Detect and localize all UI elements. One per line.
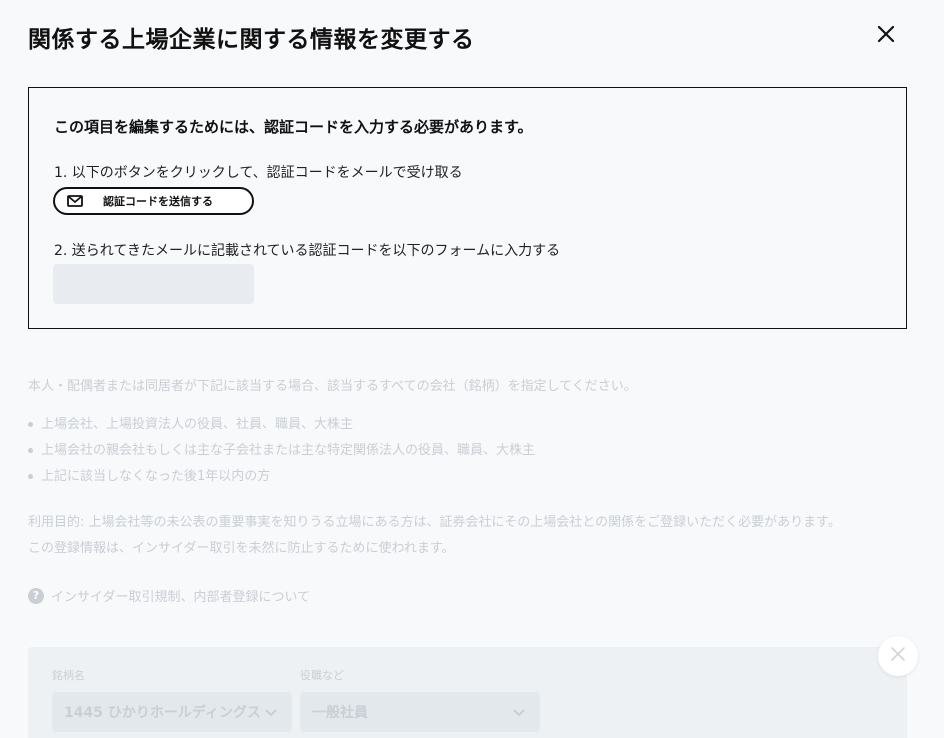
criteria-text: 上場会社、上場投資法人の役員、社員、職員、大株主 (41, 417, 354, 432)
close-icon (877, 25, 895, 47)
send-code-button[interactable]: 認証コードを送信する (53, 187, 254, 215)
company-entry-panel: 銘柄名 1445 ひかりホールディングス 役職など 一般社員 (28, 647, 907, 738)
bullet-dot (28, 474, 33, 479)
bullet-dot (28, 448, 33, 453)
remove-entry-button[interactable] (878, 636, 918, 676)
close-button[interactable] (872, 22, 900, 50)
stock-select-value: 1445 ひかりホールディングス (64, 705, 260, 721)
step2-text: 2. 送られてきたメールに記載されている認証コードを以下のフォームに入力する (54, 243, 561, 259)
purpose-text: 利用目的: 上場会社等の未公表の重要事実を知りうる立場にある方は、証券会社にその… (28, 510, 918, 562)
chevron-down-icon (264, 704, 278, 723)
close-icon (890, 646, 906, 666)
modal-title: 関係する上場企業に関する情報を変更する (28, 27, 475, 53)
list-item: 上記に該当しなくなった後1年以内の方 (28, 468, 535, 494)
criteria-text: 上場会社の親会社もしくは主な子会社または主な特定関係法人の役員、職員、大株主 (41, 443, 536, 458)
role-select[interactable]: 一般社員 (300, 692, 540, 732)
insider-help-link[interactable]: ? インサイダー取引規制、内部者登録について (28, 586, 310, 605)
chevron-down-icon (512, 704, 526, 723)
list-item: 上場会社、上場投資法人の役員、社員、職員、大株主 (28, 416, 535, 442)
question-circle-icon: ? (28, 587, 44, 604)
bullet-dot (28, 422, 33, 427)
purpose-line-2: この登録情報は、インサイダー取引を未然に防止するために使われます。 (28, 541, 455, 556)
verification-code-input[interactable] (53, 264, 254, 304)
intro-text: 本人・配偶者または同居者が下記に該当する場合、該当するすべての会社（銘柄）を指定… (28, 379, 637, 394)
list-item: 上場会社の親会社もしくは主な子会社または主な特定関係法人の役員、職員、大株主 (28, 442, 535, 468)
stock-select[interactable]: 1445 ひかりホールディングス (52, 692, 292, 732)
stock-name-label: 銘柄名 (52, 669, 85, 682)
send-code-label: 認証コードを送信する (103, 195, 213, 208)
verification-heading: この項目を編集するためには、認証コードを入力する必要があります。 (54, 118, 533, 136)
mail-icon (67, 195, 83, 207)
purpose-line-1: 利用目的: 上場会社等の未公表の重要事実を知りうる立場にある方は、証券会社にその… (28, 515, 841, 530)
verification-box: この項目を編集するためには、認証コードを入力する必要があります。 1. 以下のボ… (28, 87, 907, 329)
criteria-list: 上場会社、上場投資法人の役員、社員、職員、大株主 上場会社の親会社もしくは主な子… (28, 416, 535, 494)
role-label: 役職など (300, 669, 344, 682)
step1-text: 1. 以下のボタンをクリックして、認証コードをメールで受け取る (54, 165, 463, 181)
criteria-text: 上記に該当しなくなった後1年以内の方 (41, 469, 271, 484)
role-select-value: 一般社員 (312, 705, 368, 721)
help-link-label: インサイダー取引規制、内部者登録について (51, 590, 311, 605)
